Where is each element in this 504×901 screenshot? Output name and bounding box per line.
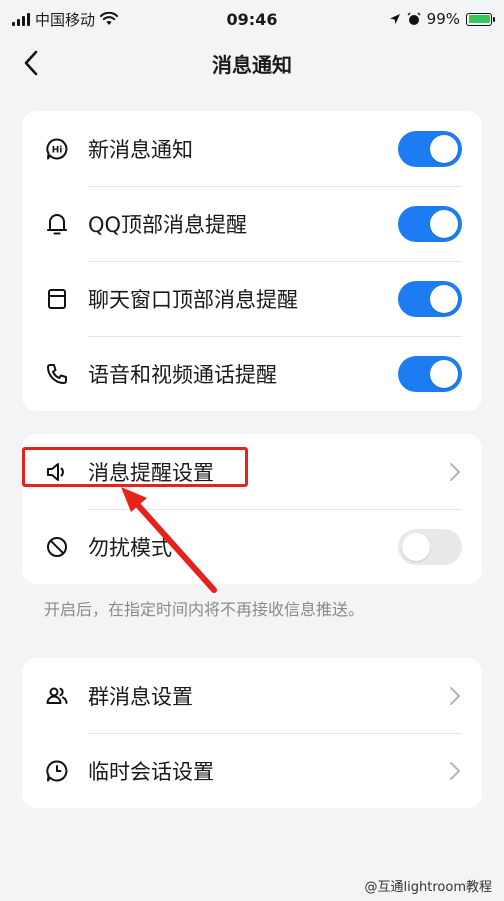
bell-icon <box>44 211 70 237</box>
window-icon <box>44 286 70 312</box>
chat-window-reminder-toggle[interactable] <box>398 280 462 317</box>
chevron-left-icon <box>24 50 38 76</box>
qq-top-reminder-toggle[interactable] <box>398 205 462 242</box>
battery-percent: 99% <box>426 10 460 28</box>
temp-chat-settings-label: 临时会话设置 <box>88 759 214 784</box>
watermark: @互通lightroom教程 <box>364 880 492 895</box>
clock-bubble-icon <box>44 758 70 784</box>
new-message-notify-toggle[interactable] <box>398 130 462 167</box>
battery-icon <box>466 12 495 26</box>
notification-settings-card: Hi 新消息通知 QQ顶部消息提醒 聊天窗口顶部消息提醒 语音和视频通话提醒 <box>22 111 482 411</box>
temp-chat-settings-row[interactable]: 临时会话设置 <box>22 733 482 808</box>
chevron-right-icon <box>450 686 460 705</box>
svg-text:Hi: Hi <box>52 145 63 155</box>
status-time: 09:46 <box>226 9 278 29</box>
dnd-hint-text: 开启后，在指定时间内将不再接收信息推送。 <box>44 600 365 619</box>
chat-window-reminder-row: 聊天窗口顶部消息提醒 <box>22 261 482 336</box>
signal-icon <box>12 12 30 26</box>
do-not-disturb-row: 勿扰模式 <box>22 509 482 584</box>
location-icon <box>389 14 400 24</box>
carrier-name: 中国移动 <box>35 10 96 29</box>
do-not-disturb-toggle[interactable] <box>398 528 462 565</box>
alarm-icon <box>407 12 421 25</box>
back-button[interactable] <box>16 48 46 78</box>
new-message-notify-row: Hi 新消息通知 <box>22 111 482 186</box>
qq-top-reminder-label: QQ顶部消息提醒 <box>88 212 248 237</box>
nav-bar: 消息通知 <box>0 38 504 88</box>
chevron-right-icon <box>450 761 460 780</box>
group-message-settings-row[interactable]: 群消息设置 <box>22 658 482 733</box>
phone-icon <box>44 361 70 387</box>
do-not-disturb-label: 勿扰模式 <box>88 535 172 560</box>
status-bar: 中国移动 09:46 99% <box>0 0 504 38</box>
group-icon <box>44 683 70 709</box>
new-message-notify-label: 新消息通知 <box>88 137 193 162</box>
chevron-right-icon <box>450 462 460 481</box>
qq-top-reminder-row: QQ顶部消息提醒 <box>22 186 482 261</box>
page-title: 消息通知 <box>212 52 292 77</box>
chat-settings-card: 群消息设置 临时会话设置 <box>22 658 482 808</box>
chat-window-reminder-label: 聊天窗口顶部消息提醒 <box>88 287 298 312</box>
call-reminder-label: 语音和视频通话提醒 <box>88 362 277 387</box>
no-entry-icon <box>44 534 70 560</box>
call-reminder-toggle[interactable] <box>398 355 462 392</box>
wifi-icon <box>100 12 119 25</box>
group-message-settings-label: 群消息设置 <box>88 684 193 709</box>
hi-bubble-icon: Hi <box>44 136 70 162</box>
highlight-box <box>22 447 248 487</box>
call-reminder-row: 语音和视频通话提醒 <box>22 336 482 411</box>
